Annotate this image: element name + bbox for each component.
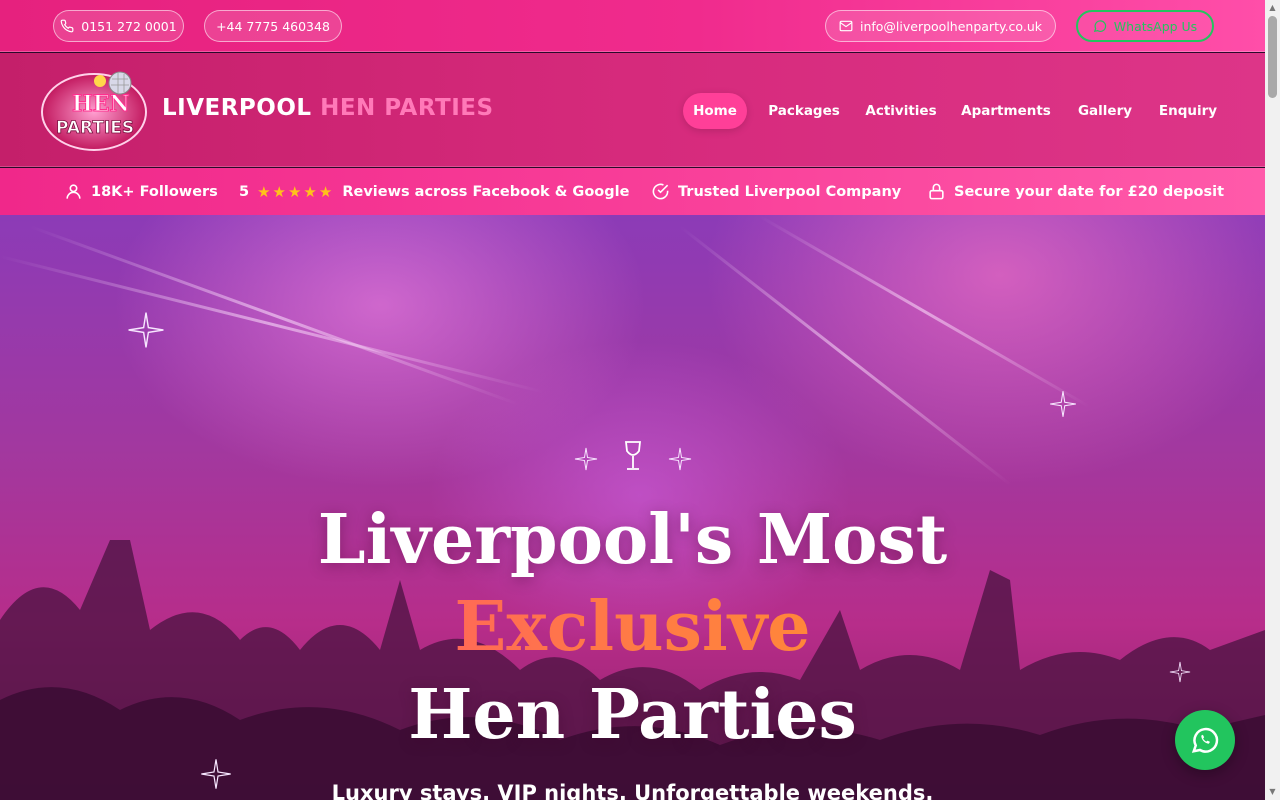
reviews-item: 5 ★★★★★ Reviews across Facebook & Google	[239, 168, 629, 215]
whatsapp-label: WhatsApp Us	[1113, 18, 1198, 34]
logo-text-hen: HEN	[72, 91, 130, 117]
brand-name-pink: HEN PARTIES	[320, 95, 494, 121]
hen-parties-logo[interactable]: HEN PARTIES	[38, 67, 150, 153]
trusted-text: Trusted Liverpool Company	[678, 183, 902, 200]
whatsapp-icon	[1191, 727, 1219, 753]
phone-number-primary: 0151 272 0001	[81, 18, 177, 34]
sparkle-icon	[128, 312, 164, 348]
email-link[interactable]: info@liverpoolhenparty.co.uk	[825, 10, 1056, 42]
hero-heading-line-3: Hen Parties	[408, 675, 857, 755]
sparkle-icon	[1050, 391, 1076, 417]
page-scrollbar[interactable]: ▲ ▼	[1265, 0, 1280, 800]
logo-text-parties: PARTIES	[56, 118, 134, 138]
star-rating: ★★★★★	[257, 182, 335, 201]
lock-icon	[929, 183, 944, 200]
deposit-text: Secure your date for £20 deposit	[954, 183, 1225, 200]
nav-enquiry[interactable]: Enquiry	[1154, 93, 1222, 129]
trusted-item: Trusted Liverpool Company	[651, 168, 901, 215]
brand-name-white: LIVERPOOL	[162, 95, 312, 121]
phone-icon	[60, 19, 74, 33]
followers-item: 18K+ Followers	[64, 168, 218, 215]
nav-apartments[interactable]: Apartments	[958, 93, 1054, 129]
hero-heading-line-1: Liverpool's Most	[317, 500, 948, 580]
mail-icon	[839, 20, 853, 32]
sparkle-icon	[668, 447, 692, 471]
followers-count: 18K+ Followers	[91, 183, 218, 200]
wine-glass-icon	[624, 441, 642, 470]
scroll-up-arrow[interactable]: ▲	[1268, 3, 1277, 13]
deposit-item: Secure your date for £20 deposit	[927, 168, 1224, 215]
whatsapp-float-button[interactable]	[1175, 710, 1235, 770]
scroll-down-arrow[interactable]: ▼	[1268, 787, 1277, 797]
phone-link-mobile[interactable]: +44 7775 460348	[204, 10, 342, 42]
sparkle-icon	[574, 447, 598, 471]
scroll-thumb[interactable]	[1268, 16, 1277, 98]
check-circle-icon	[652, 183, 669, 200]
user-icon	[66, 184, 81, 199]
reviews-text: Reviews across Facebook & Google	[342, 183, 630, 200]
top-contact-bar: 0151 272 0001 +44 7775 460348 info@liver…	[0, 0, 1265, 52]
nav-packages[interactable]: Packages	[762, 93, 846, 129]
brand-name[interactable]: LIVERPOOL HEN PARTIES	[162, 95, 494, 121]
whatsapp-button[interactable]: WhatsApp Us	[1076, 10, 1214, 42]
whatsapp-icon	[1093, 20, 1106, 33]
nav-activities[interactable]: Activities	[862, 93, 940, 129]
nav-gallery[interactable]: Gallery	[1072, 93, 1138, 129]
nav-home[interactable]: Home	[683, 93, 747, 129]
phone-link-primary[interactable]: 0151 272 0001	[53, 10, 184, 42]
hero-heading-exclusive: Exclusive	[0, 587, 1265, 667]
trust-strip: 18K+ Followers 5 ★★★★★ Reviews across Fa…	[0, 168, 1265, 215]
email-address: info@liverpoolhenparty.co.uk	[859, 18, 1042, 34]
phone-number-mobile: +44 7775 460348	[216, 18, 330, 34]
hero-subtitle: Luxury stays. VIP nights. Unforgettable …	[331, 781, 934, 800]
site-header: HEN PARTIES LIVERPOOL HEN PARTIES Home P…	[0, 53, 1265, 167]
rating-value: 5	[239, 183, 250, 200]
hero-section: Liverpool's Most Exclusive Hen Parties L…	[0, 215, 1265, 800]
